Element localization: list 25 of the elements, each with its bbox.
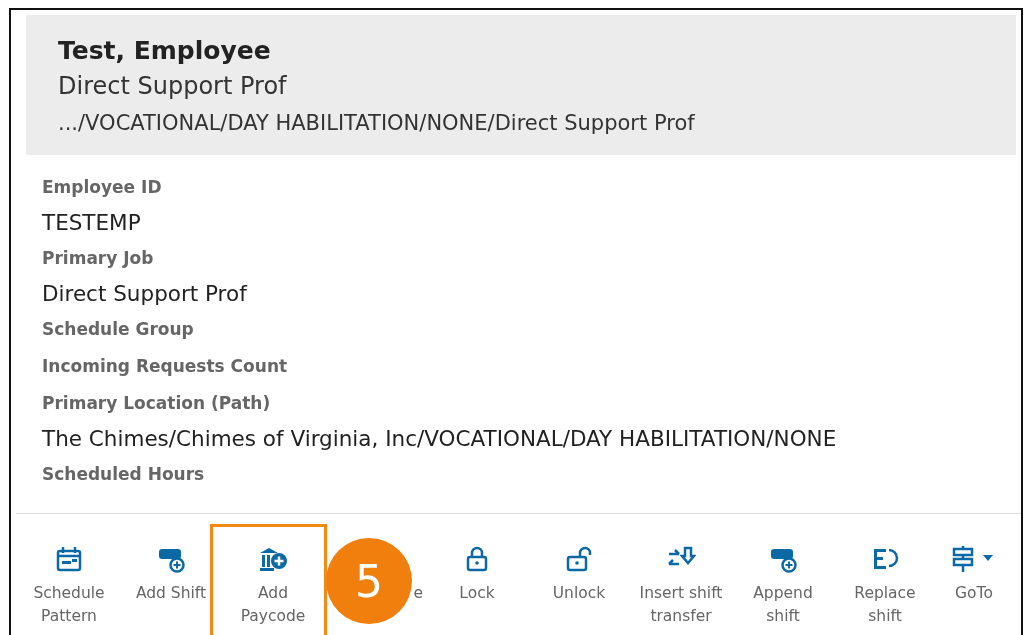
- field-value: Direct Support Prof: [42, 280, 249, 308]
- toolbar-button[interactable]: Schedule Pattern: [18, 542, 120, 628]
- toolbar-button[interactable]: Append shift: [732, 542, 834, 628]
- field-label: Primary Job: [42, 247, 155, 270]
- toolbar-button[interactable]: Lock: [426, 542, 528, 628]
- toolbar-button[interactable]: Add Paycode: [222, 542, 324, 628]
- toolbar-button[interactable]: GoTo: [936, 542, 1012, 628]
- toolbar-button[interactable]: Unlock: [528, 542, 630, 628]
- field-value: TESTEMP: [42, 209, 142, 237]
- toolbar-button[interactable]: Add Shift: [120, 542, 222, 628]
- job-path: .../VOCATIONAL/DAY HABILITATION/NONE/Direct Support Prof: [58, 110, 696, 137]
- unlock-icon: [564, 544, 594, 574]
- field-label: Scheduled Hours: [42, 463, 206, 486]
- toolbar-button[interactable]: Replace shift: [834, 542, 936, 628]
- field-label: Schedule Group: [42, 318, 195, 341]
- calendar-icon: [54, 544, 84, 574]
- employee-job: Direct Support Prof: [58, 71, 288, 102]
- employee-name: Test, Employee: [58, 35, 272, 67]
- field-value: The Chimes/Chimes of Virginia, Inc/VOCATIONAL/DAY HABILITATION/NONE: [42, 425, 838, 453]
- field-label: Incoming Requests Count: [42, 355, 289, 378]
- step-badge: 5: [326, 538, 412, 624]
- toolbar-button[interactable]: e: [413, 582, 423, 605]
- field-label: Primary Location (Path): [42, 392, 272, 415]
- toolbar-button[interactable]: Insert shift transfer: [630, 542, 732, 628]
- field-label: Employee ID: [42, 176, 163, 199]
